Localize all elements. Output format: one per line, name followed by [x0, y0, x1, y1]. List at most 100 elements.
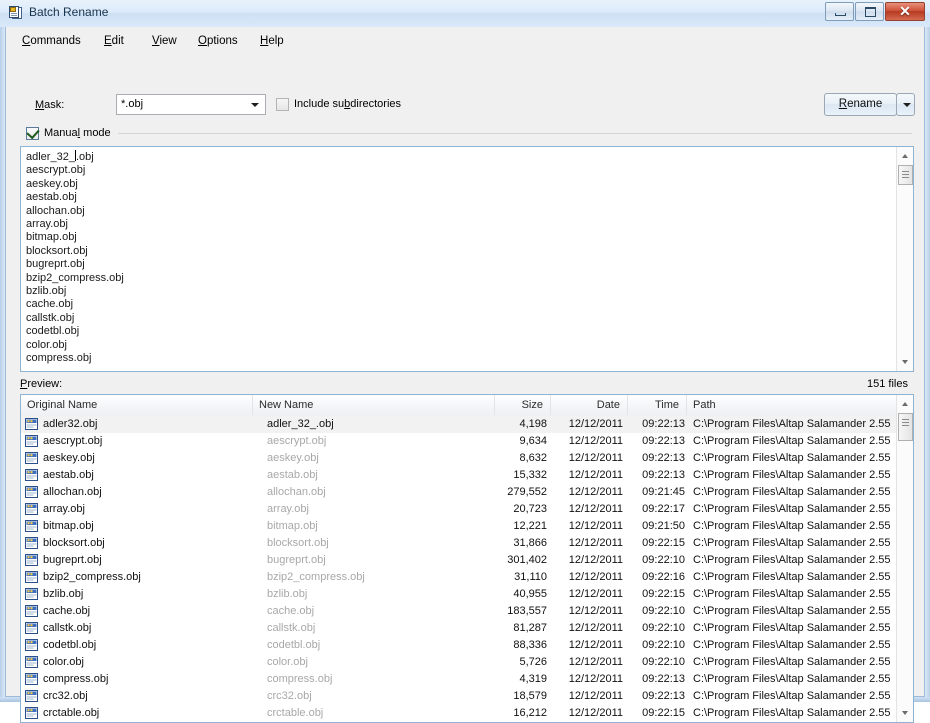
preview-bar: Preview: 151 files [20, 376, 910, 393]
cell-original-name: blocksort.obj [43, 537, 105, 549]
listview-scroll-down-button[interactable] [897, 705, 913, 722]
cell-time: 09:22:13 [642, 690, 685, 702]
cell-size: 183,557 [507, 605, 547, 617]
editor-scroll-up-button[interactable] [897, 147, 913, 164]
include-subdirectories-checkbox[interactable] [276, 98, 289, 111]
cell-path: C:\Program Files\Altap Salamander 2.55 [693, 605, 891, 617]
column-header-date[interactable]: Date [551, 395, 628, 415]
cell-date: 12/12/2011 [568, 571, 623, 583]
title-bar[interactable]: Batch Rename ✕ [0, 0, 930, 27]
new-names-editor[interactable]: adler_32_.obj aescrypt.obj aeskey.obj aesta… [20, 146, 914, 372]
preview-listview[interactable]: Original Name New Name Size Date Time Pa… [20, 394, 914, 723]
table-row[interactable]: bzip2_compress.obj bzip2_compress.obj 31,1… [21, 569, 896, 586]
minimize-button[interactable] [825, 2, 854, 21]
cell-original-name: compress.obj [43, 673, 109, 685]
editor-line[interactable]: aestab.obj [26, 191, 893, 204]
table-row[interactable]: bzlib.obj bzlib.obj 40,955 12/12/2011 09:22:… [21, 586, 896, 603]
chevron-down-icon[interactable] [247, 96, 264, 113]
table-row[interactable]: aestab.obj aestab.obj 15,332 12/12/2011 09:2… [21, 467, 896, 484]
editor-line[interactable]: codetbl.obj [26, 325, 893, 338]
cell-date: 12/12/2011 [568, 520, 623, 532]
manual-mode-label[interactable]: Manual mode [44, 127, 111, 139]
listview-rows[interactable]: adler32.obj adler_32_.obj 4,198 12/12/2011 0… [21, 416, 896, 722]
cell-time: 09:22:16 [642, 571, 685, 583]
triangle-down-icon [902, 711, 908, 715]
mask-input[interactable]: *.obj [121, 98, 143, 110]
cell-size: 8,632 [519, 452, 547, 464]
menu-help[interactable]: Help [256, 34, 288, 48]
table-row[interactable]: bitmap.obj bitmap.obj 12,221 12/12/2011 09:2… [21, 518, 896, 535]
table-row[interactable]: aeskey.obj aeskey.obj 8,632 12/12/2011 09:22… [21, 450, 896, 467]
table-row[interactable]: color.obj color.obj 5,726 12/12/2011 09:22:1… [21, 654, 896, 671]
table-row[interactable]: adler32.obj adler_32_.obj 4,198 12/12/2011 0… [21, 416, 896, 433]
rename-button[interactable]: Rename [824, 93, 897, 116]
editor-line[interactable]: adler_32_.obj [26, 150, 893, 164]
menu-commands[interactable]: Commands [18, 34, 85, 48]
column-header-original-name[interactable]: Original Name [21, 395, 253, 415]
editor-line[interactable]: aescrypt.obj [26, 164, 893, 177]
cell-time: 09:22:15 [642, 588, 685, 600]
listview-scroll-up-button[interactable] [897, 395, 913, 412]
column-header-time[interactable]: Time [628, 395, 687, 415]
file-obj-icon [25, 588, 39, 601]
listview-scrollbar[interactable] [896, 395, 913, 722]
file-obj-icon [25, 622, 39, 635]
editor-scroll-down-button[interactable] [897, 354, 913, 371]
table-row[interactable]: crc32.obj crc32.obj 18,579 12/12/2011 09:22:… [21, 688, 896, 705]
close-button[interactable]: ✕ [885, 2, 925, 21]
chevron-down-icon [903, 103, 911, 107]
table-row[interactable]: codetbl.obj codetbl.obj 88,336 12/12/2011 09… [21, 637, 896, 654]
editor-line[interactable]: cache.obj [26, 298, 893, 311]
editor-line[interactable]: bzip2_compress.obj [26, 272, 893, 285]
table-row[interactable]: crctable.obj crctable.obj 16,212 12/12/2011… [21, 705, 896, 722]
menu-options[interactable]: Options [194, 34, 242, 48]
editor-scrollbar[interactable] [896, 147, 913, 371]
menu-edit[interactable]: Edit [100, 34, 128, 48]
cell-path: C:\Program Files\Altap Salamander 2.55 [693, 418, 891, 430]
manual-mode-checkbox[interactable] [26, 125, 40, 140]
cell-date: 12/12/2011 [568, 418, 623, 430]
editor-line[interactable]: aeskey.obj [26, 178, 893, 191]
column-header-size[interactable]: Size [495, 395, 551, 415]
cell-date: 12/12/2011 [568, 690, 623, 702]
file-obj-icon [25, 554, 39, 567]
table-row[interactable]: array.obj array.obj 20,723 12/12/2011 09:22:… [21, 501, 896, 518]
table-row[interactable]: allochan.obj allochan.obj 279,552 12/12/201… [21, 484, 896, 501]
cell-new-name: crc32.obj [267, 690, 312, 702]
rename-split-button: Rename [824, 93, 915, 116]
include-subdirectories-label[interactable]: Include subdirectories [294, 98, 401, 110]
maximize-button[interactable] [855, 2, 884, 21]
cell-new-name: adler_32_.obj [267, 418, 334, 430]
editor-line[interactable]: color.obj [26, 339, 893, 352]
menu-view[interactable]: View [148, 34, 181, 48]
column-header-new-name[interactable]: New Name [253, 395, 495, 415]
editor-line[interactable]: bzlib.obj [26, 285, 893, 298]
mask-combo[interactable]: *.obj [116, 94, 266, 115]
editor-line[interactable]: compress.obj [26, 352, 893, 365]
editor-line[interactable]: bugreprt.obj [26, 258, 893, 271]
editor-scrollbar-thumb[interactable] [898, 165, 913, 185]
editor-line[interactable]: array.obj [26, 218, 893, 231]
table-row[interactable]: blocksort.obj blocksort.obj 31,866 12/12/20… [21, 535, 896, 552]
rename-dropdown-button[interactable] [896, 93, 915, 116]
editor-line[interactable]: blocksort.obj [26, 245, 893, 258]
table-row[interactable]: callstk.obj callstk.obj 81,287 12/12/2011 09… [21, 620, 896, 637]
table-row[interactable]: compress.obj compress.obj 4,319 12/12/2011 0… [21, 671, 896, 688]
cell-new-name: bzip2_compress.obj [267, 571, 365, 583]
cell-path: C:\Program Files\Altap Salamander 2.55 [693, 622, 891, 634]
table-row[interactable]: bugreprt.obj bugreprt.obj 301,402 12/12/201… [21, 552, 896, 569]
editor-line[interactable]: callstk.obj [26, 312, 893, 325]
column-header-path[interactable]: Path [687, 395, 898, 415]
cell-original-name: bitmap.obj [43, 520, 94, 532]
cell-date: 12/12/2011 [568, 622, 623, 634]
listview-scrollbar-thumb[interactable] [898, 413, 913, 441]
cell-size: 31,866 [513, 537, 547, 549]
listview-header: Original Name New Name Size Date Time Pa… [21, 395, 913, 417]
table-row[interactable]: aescrypt.obj aescrypt.obj 9,634 12/12/2011 0… [21, 433, 896, 450]
cell-original-name: callstk.obj [43, 622, 92, 634]
editor-line[interactable]: allochan.obj [26, 205, 893, 218]
file-obj-icon [25, 605, 39, 618]
new-names-editor-text[interactable]: adler_32_.obj aescrypt.obj aeskey.obj aesta… [26, 150, 893, 366]
editor-line[interactable]: bitmap.obj [26, 231, 893, 244]
table-row[interactable]: cache.obj cache.obj 183,557 12/12/2011 09:22… [21, 603, 896, 620]
